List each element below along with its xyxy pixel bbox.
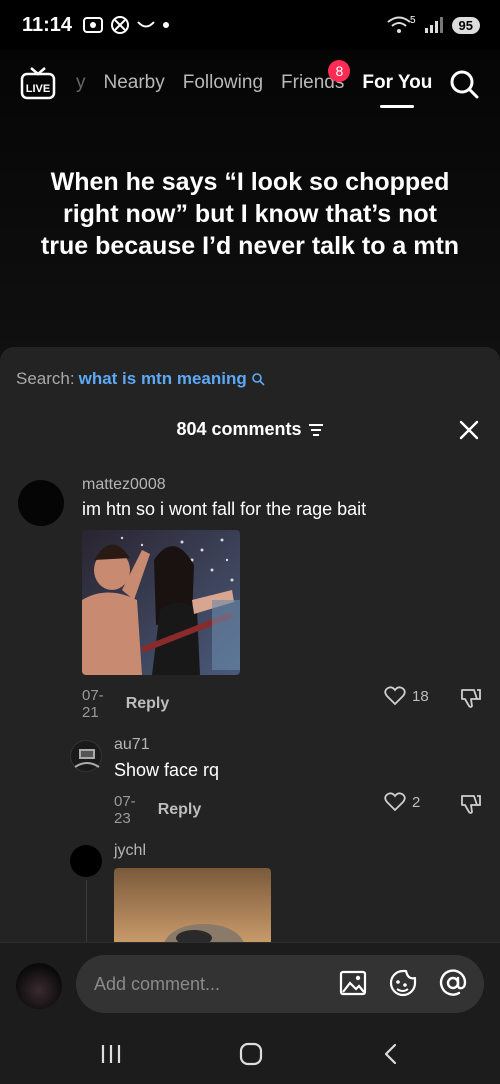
- comment-text: im htn so i wont fall for the rage bait: [82, 499, 367, 519]
- home-icon[interactable]: [238, 1042, 264, 1066]
- comment-meta: 07-23 Reply: [114, 793, 201, 827]
- emoji-icon[interactable]: [388, 968, 418, 998]
- top-navigation: LIVE y Nearby Following Friends 8 For Yo…: [0, 60, 500, 112]
- status-time: 11:14: [22, 13, 73, 36]
- signal-icon: [424, 17, 443, 33]
- tab-partial[interactable]: y: [76, 72, 86, 94]
- comment-username[interactable]: jychl: [114, 842, 146, 860]
- wifi-icon: [387, 16, 411, 33]
- comments-header: 804 comments: [0, 419, 500, 440]
- comment-placeholder: Add comment...: [94, 973, 221, 994]
- tab-nearby[interactable]: Nearby: [104, 72, 165, 94]
- thread-line: [86, 880, 87, 942]
- avatar[interactable]: [70, 845, 102, 877]
- friends-badge: 8: [328, 60, 351, 82]
- screenshot-icon: [83, 17, 104, 33]
- photo-image: [82, 530, 240, 675]
- sort-icon[interactable]: [308, 423, 324, 437]
- dislike-icon[interactable]: [459, 686, 483, 710]
- search-icon[interactable]: [448, 68, 480, 100]
- smile-icon: [137, 21, 155, 28]
- video-caption: When he says “I look so chopped right no…: [40, 168, 460, 260]
- system-navigation-bar: [0, 1022, 500, 1084]
- search-suggestion[interactable]: Search: what is mtn meaning: [16, 369, 265, 389]
- comment-meta: 07-21 Reply: [82, 687, 169, 721]
- comment-date: 07-23: [114, 793, 136, 827]
- comments-count: 804 comments: [176, 419, 302, 439]
- comment-username[interactable]: au71: [114, 736, 150, 754]
- heart-icon: [384, 686, 406, 706]
- reply-button[interactable]: Reply: [126, 695, 170, 713]
- like-button[interactable]: 2: [384, 792, 420, 812]
- tab-for-you[interactable]: For You: [362, 72, 432, 108]
- tab-following[interactable]: Following: [183, 72, 263, 94]
- comment-date: 07-21: [82, 687, 104, 721]
- mention-icon[interactable]: [438, 968, 468, 998]
- dot-icon: [163, 22, 170, 28]
- signal-label: 5: [409, 14, 416, 26]
- comment-username[interactable]: mattez0008: [82, 476, 166, 494]
- close-icon[interactable]: [458, 419, 480, 441]
- avatar-image: [74, 749, 100, 768]
- dislike-icon[interactable]: [459, 792, 483, 816]
- photo-image: [114, 868, 271, 942]
- back-icon[interactable]: [380, 1042, 402, 1066]
- comment-text: Show face rq: [114, 760, 220, 780]
- like-count: 18: [412, 687, 429, 705]
- recents-icon[interactable]: [98, 1042, 124, 1066]
- comment-input-bar: Add comment...: [0, 942, 500, 1022]
- search-query[interactable]: what is mtn meaning: [79, 369, 247, 389]
- like-count: 2: [412, 793, 421, 811]
- my-avatar[interactable]: [16, 963, 62, 1009]
- comment-image[interactable]: [114, 868, 271, 942]
- like-button[interactable]: 18: [384, 686, 429, 706]
- svg-text:LIVE: LIVE: [26, 83, 50, 95]
- xbox-icon: [111, 16, 130, 34]
- comment-input[interactable]: Add comment...: [76, 955, 484, 1013]
- tab-friends[interactable]: Friends 8: [281, 60, 351, 94]
- avatar[interactable]: [18, 480, 64, 526]
- battery-indicator: 95: [451, 16, 480, 34]
- search-small-icon: [251, 373, 265, 386]
- status-bar: 11:14 5 95: [0, 0, 500, 50]
- reply-button[interactable]: Reply: [158, 801, 202, 819]
- live-icon[interactable]: LIVE: [20, 66, 56, 102]
- comment-image[interactable]: [82, 530, 240, 675]
- search-prefix: Search:: [16, 369, 75, 388]
- feed-tabs: y Nearby Following Friends 8 For You: [76, 60, 432, 108]
- notification-icons: [82, 15, 170, 35]
- image-icon[interactable]: [338, 968, 368, 998]
- avatar[interactable]: [70, 740, 102, 772]
- heart-icon: [384, 792, 406, 812]
